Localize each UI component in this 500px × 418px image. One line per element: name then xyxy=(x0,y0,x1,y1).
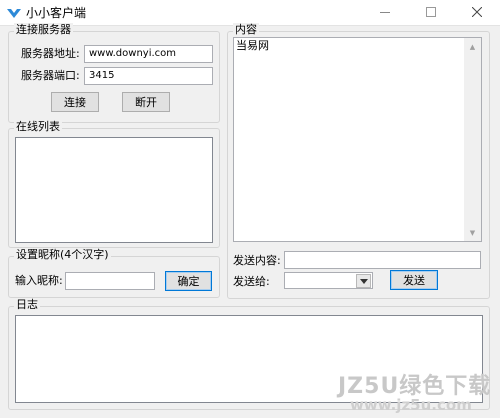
minimize-icon xyxy=(380,7,390,20)
server-address-input[interactable]: www.downyi.com xyxy=(84,45,213,63)
server-address-label: 服务器地址: xyxy=(21,47,80,60)
content-scrollbar[interactable]: ▲ ▼ xyxy=(464,38,481,241)
watermark-line2: www.jz5u.com xyxy=(350,396,472,414)
server-port-input[interactable]: 3415 xyxy=(84,67,213,85)
online-list-group-label: 在线列表 xyxy=(14,120,62,134)
confirm-nickname-button[interactable]: 确定 xyxy=(165,271,212,291)
scroll-up-arrow-icon[interactable]: ▲ xyxy=(464,38,481,55)
content-textarea[interactable]: 当易网 ▲ ▼ xyxy=(233,37,482,242)
online-users-list[interactable] xyxy=(15,137,213,243)
minimize-button[interactable] xyxy=(362,0,408,26)
nickname-input[interactable] xyxy=(65,272,155,290)
nickname-input-label: 输入昵称: xyxy=(15,274,63,287)
app-logo-icon xyxy=(6,7,22,19)
content-text: 当易网 xyxy=(236,39,269,52)
send-button[interactable]: 发送 xyxy=(390,270,438,290)
close-icon xyxy=(471,6,483,20)
send-to-dropdown[interactable] xyxy=(284,272,373,289)
watermark: JZ5U绿色下载 www.jz5u.com xyxy=(310,366,498,416)
window-title: 小小客户端 xyxy=(26,6,87,20)
server-port-label: 服务器端口: xyxy=(21,69,80,82)
scroll-down-arrow-icon[interactable]: ▼ xyxy=(464,224,481,241)
maximize-icon xyxy=(426,6,436,20)
send-content-input[interactable] xyxy=(284,251,481,269)
send-content-label: 发送内容: xyxy=(233,254,281,267)
send-to-label: 发送给: xyxy=(233,275,270,288)
content-group-label: 内容 xyxy=(233,23,259,37)
nickname-group-label: 设置昵称(4个汉字) xyxy=(14,248,111,262)
connect-server-group-label: 连接服务器 xyxy=(14,23,73,37)
connect-button[interactable]: 连接 xyxy=(51,92,99,112)
close-button[interactable] xyxy=(454,0,500,26)
chevron-down-icon[interactable] xyxy=(356,274,371,288)
disconnect-button[interactable]: 断开 xyxy=(122,92,170,112)
maximize-button[interactable] xyxy=(408,0,454,26)
log-group-label: 日志 xyxy=(14,298,40,312)
